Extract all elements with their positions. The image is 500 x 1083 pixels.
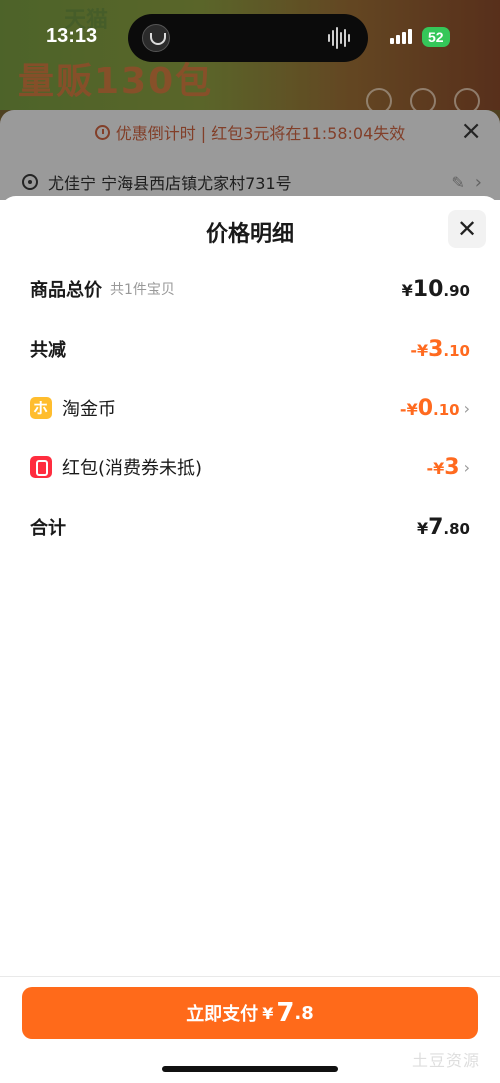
row-amount: -¥ 3 .10 [410,337,470,362]
row-label: 合计 [30,518,66,539]
row-taojinbi[interactable]: 淘金币 -¥ 0 .10 › [30,393,470,423]
amount-integer: 10 [412,276,444,302]
row-label: 淘金币 [62,399,116,420]
status-bar: 13:13 52 [0,0,500,70]
dynamic-island [128,14,368,62]
row-grand-total: 合计 ¥ 7 .80 [30,512,470,542]
row-label: 商品总价 [30,280,102,301]
currency-symbol: ¥ [401,280,413,300]
cellular-signal-icon [390,28,412,44]
amount-integer: 7 [428,514,444,540]
amount-decimal: .10 [433,400,460,419]
row-total-price: 商品总价 共1件宝贝 ¥ 10 .90 [30,274,470,304]
row-amount: ¥ 10 .90 [402,277,470,302]
bottom-divider [0,976,500,977]
row-amount: -¥ 0 .10 [400,396,460,421]
amount-decimal: .90 [443,281,470,300]
red-packet-icon [30,456,52,478]
watermark: 土豆资源 [411,1051,480,1070]
currency-symbol: -¥ [410,340,429,360]
home-indicator[interactable] [162,1066,338,1072]
amount-decimal: .8 [294,1002,314,1024]
pay-now-button[interactable]: 立即支付 ¥ 7 .8 [22,987,478,1039]
row-label: 共减 [30,340,66,361]
chevron-right-icon: › [463,457,470,477]
modal-title: 价格明细 [205,222,294,247]
amount-integer: 3 [428,336,444,362]
audio-wave-icon [328,26,350,50]
row-amount: -¥ 3 [427,455,460,480]
row-label: 红包(消费券未抵) [62,458,203,479]
row-amount: ¥ 7 .80 [417,515,470,540]
currency-symbol: ¥ [262,1003,274,1023]
amount-integer: 7 [276,998,295,1028]
currency-symbol: -¥ [399,399,418,419]
row-sublabel: 共1件宝贝 [110,282,175,298]
price-detail-modal: 价格明细 ✕ 商品总价 共1件宝贝 ¥ 10 .90 共减 -¥ 3 .10 淘… [0,196,500,1083]
battery-indicator: 52 [422,27,450,47]
amount-integer: 0 [417,395,434,421]
amount-integer: 3 [444,454,460,480]
close-icon[interactable]: ✕ [448,210,486,248]
taojinbi-coin-icon [30,397,52,419]
app-badge-icon [142,24,170,52]
pay-button-label: 立即支付 [186,1004,259,1025]
currency-symbol: ¥ [416,518,429,538]
currency-symbol: -¥ [426,458,445,478]
status-time: 13:13 [46,25,98,47]
row-total-discount: 共减 -¥ 3 .10 [30,334,470,364]
chevron-right-icon: › [463,398,470,418]
row-red-packet[interactable]: 红包(消费券未抵) -¥ 3 › [30,452,470,482]
amount-decimal: .10 [443,341,470,360]
amount-decimal: .80 [443,519,470,538]
